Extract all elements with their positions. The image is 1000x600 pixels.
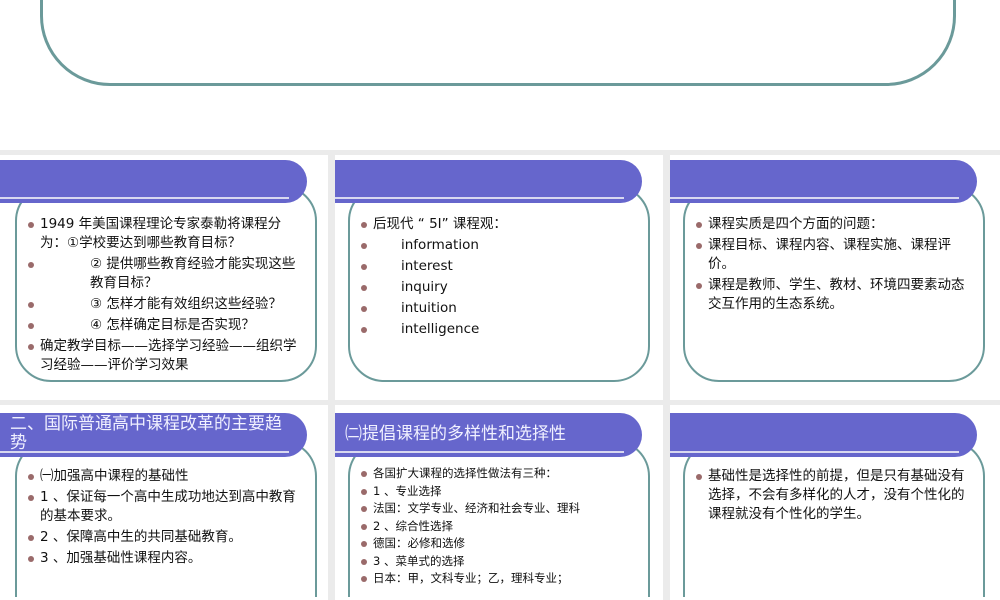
- slide-thumbnail-5[interactable]: ㈡提倡课程的多样性和选择性 各国扩大课程的选择性做法有三种： 1 、专业选择 法…: [335, 405, 663, 600]
- list-item: 确定教学目标——选择学习经验——组织学习经验——评价学习效果: [28, 337, 306, 375]
- list-item: 2 、保障高中生的共同基础教育。: [28, 528, 306, 547]
- bullet-list: 课程实质是四个方面的问题： 课程目标、课程内容、课程实施、课程评价。 课程是教师…: [696, 215, 974, 316]
- list-item: 后现代 “ 5I” 课程观：: [361, 215, 639, 234]
- top-slide: [0, 0, 1000, 150]
- title-band: [0, 160, 307, 203]
- list-item: 3 、加强基础性课程内容。: [28, 549, 306, 568]
- title-band: [335, 160, 642, 203]
- list-item: 基础性是选择性的前提，但是只有基础没有选择，不会有多样化的人才，没有个性化的课程…: [696, 467, 974, 524]
- bullet-list: 基础性是选择性的前提，但是只有基础没有选择，不会有多样化的人才，没有个性化的课程…: [696, 467, 974, 526]
- list-item: 法国：文学专业、经济和社会专业、理科: [361, 500, 639, 517]
- title-band: [670, 413, 977, 457]
- list-item: inquiry: [361, 278, 639, 297]
- slide-title: ㈡提倡课程的多样性和选择性: [345, 424, 566, 444]
- slide-thumbnail-1[interactable]: 1949 年美国课程理论专家泰勒将课程分为：①学校要达到哪些教育目标？ ② 提供…: [0, 155, 328, 400]
- list-item: 1 、专业选择: [361, 483, 639, 500]
- list-item: information: [361, 236, 639, 255]
- bullet-list: 1949 年美国课程理论专家泰勒将课程分为：①学校要达到哪些教育目标？ ② 提供…: [28, 215, 306, 377]
- list-item: 课程实质是四个方面的问题：: [696, 215, 974, 234]
- title-band: ㈡提倡课程的多样性和选择性: [335, 413, 642, 457]
- list-item: 2 、综合性选择: [361, 518, 639, 535]
- list-item: 3 、菜单式的选择: [361, 553, 639, 570]
- list-item: 1949 年美国课程理论专家泰勒将课程分为：①学校要达到哪些教育目标？: [28, 215, 306, 253]
- list-item: ㈠加强高中课程的基础性: [28, 467, 306, 486]
- title-band: [670, 160, 977, 203]
- list-item: ④ 怎样确定目标是否实现？: [28, 316, 306, 335]
- list-item: 德国：必修和选修: [361, 535, 639, 552]
- slide-thumbnail-2[interactable]: 后现代 “ 5I” 课程观： information interest inqu…: [335, 155, 663, 400]
- top-slide-content-box: [40, 0, 956, 86]
- list-item: 日本：甲，文科专业；乙，理科专业；: [361, 570, 639, 587]
- slide-thumbnail-6[interactable]: 基础性是选择性的前提，但是只有基础没有选择，不会有多样化的人才，没有个性化的课程…: [670, 405, 1000, 600]
- list-item: 课程目标、课程内容、课程实施、课程评价。: [696, 236, 974, 274]
- title-band: 二、国际普通高中课程改革的主要趋势: [0, 413, 307, 457]
- list-item: 各国扩大课程的选择性做法有三种：: [361, 465, 639, 482]
- slide-title: 二、国际普通高中课程改革的主要趋势: [10, 414, 282, 453]
- list-item: ② 提供哪些教育经验才能实现这些教育目标？: [28, 255, 306, 293]
- bullet-list: ㈠加强高中课程的基础性 1 、保证每一个高中生成功地达到高中教育的基本要求。 2…: [28, 467, 306, 570]
- list-item: intelligence: [361, 320, 639, 339]
- list-item: intuition: [361, 299, 639, 318]
- bullet-list: 后现代 “ 5I” 课程观： information interest inqu…: [361, 215, 639, 341]
- slide-thumbnail-4[interactable]: 二、国际普通高中课程改革的主要趋势 ㈠加强高中课程的基础性 1 、保证每一个高中…: [0, 405, 328, 600]
- list-item: 课程是教师、学生、教材、环境四要素动态交互作用的生态系统。: [696, 276, 974, 314]
- list-item: 1 、保证每一个高中生成功地达到高中教育的基本要求。: [28, 488, 306, 526]
- list-item: interest: [361, 257, 639, 276]
- list-item: ③ 怎样才能有效组织这些经验？: [28, 295, 306, 314]
- slide-thumbnail-3[interactable]: 课程实质是四个方面的问题： 课程目标、课程内容、课程实施、课程评价。 课程是教师…: [670, 155, 1000, 400]
- bullet-list: 各国扩大课程的选择性做法有三种： 1 、专业选择 法国：文学专业、经济和社会专业…: [361, 465, 639, 588]
